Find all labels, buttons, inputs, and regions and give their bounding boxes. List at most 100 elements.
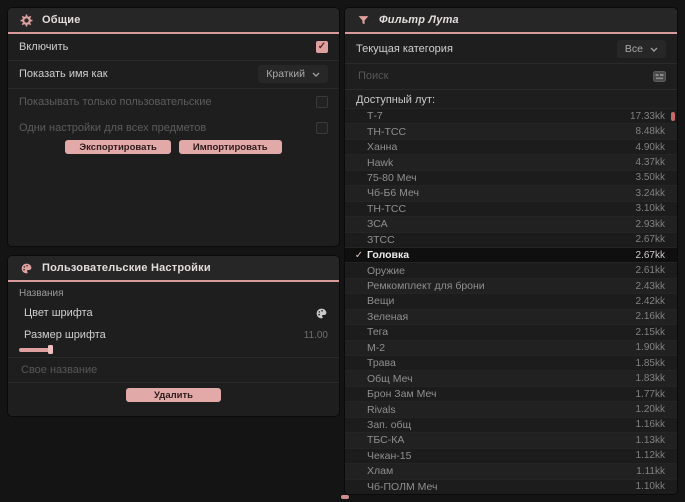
loot-item-name: Тега [367,326,389,339]
loot-item-name: Головка [367,249,410,262]
loot-item-name: ЗСА [367,218,388,231]
custom-name-input[interactable] [19,363,328,377]
loot-row[interactable]: Ремкомплект для брони 2.43kk [345,277,677,294]
same-settings-row: Одни настройки для всех предметов [8,115,339,141]
loot-item-name: ЗТСС [367,233,395,246]
loot-item-count: 1.11kk [636,465,665,477]
custom-settings-title: Пользовательские Настройки [42,262,211,274]
loot-row[interactable]: Чб-Б6 Меч 3.24kk [345,185,677,201]
loot-item-count: 3.10kk [635,203,665,215]
loot-filter-title: Фильтр Лута [379,14,459,26]
category-label: Текущая категория [356,43,453,55]
search-row [345,64,677,88]
loot-row[interactable]: Зап. общ 1.16kk [345,416,677,433]
export-button[interactable]: Экспортировать [65,140,171,154]
delete-button[interactable]: Удалить [126,388,221,402]
loot-row[interactable]: Ханна 4.90kk [345,138,677,155]
loot-item-count: 2.15kk [635,326,665,338]
funnel-icon [358,15,369,24]
loot-row[interactable]: Чекан-15 1.12kk [345,447,677,464]
font-size-label: Размер шрифта [24,329,106,341]
loot-item-count: 2.93kk [635,218,665,230]
loot-row[interactable]: Оружие 2.61kk [345,262,677,278]
general-panel: Общие Включить ✓ Показать имя как Кратки… [8,8,339,246]
loot-scrollbar-thumb[interactable] [671,112,675,121]
loot-item-count: 2.67kk [635,249,665,261]
check-icon: ✓ [354,249,364,261]
import-button[interactable]: Импортировать [178,140,282,154]
general-panel-title: Общие [42,14,81,26]
loot-item-name: Зап. общ [367,418,412,431]
divider [8,382,339,383]
loot-row[interactable]: Чб-ПОЛМ Меч 1.10kk [345,478,677,494]
font-size-value: 11.00 [303,329,328,341]
loot-item-name: М-2 [367,341,386,354]
loot-row[interactable]: Брон Зам Меч 1.77kk [345,385,677,402]
show-name-label: Показать имя как [19,68,108,80]
loot-row[interactable]: ТН-ТСС 3.10kk [345,200,677,217]
only-custom-row: Показывать только пользовательские [8,89,339,115]
slider-fill [19,348,51,352]
show-name-value: Краткий [266,68,305,80]
custom-settings-header: Пользовательские Настройки [8,256,339,282]
loot-row[interactable]: ТН-ТСС 8.48kk [345,123,677,139]
loot-item-count: 1.13kk [635,434,665,446]
show-name-dropdown[interactable]: Краткий [258,65,328,83]
loot-row[interactable]: Хлам 1.11kk [345,463,677,479]
loot-filter-panel: Фильтр Лута Текущая категория Все Доступ… [345,8,677,494]
loot-row[interactable]: Rivals 1.20kk [345,401,677,417]
enable-label: Включить [19,41,69,53]
loot-item-name: Вещи [367,295,395,308]
loot-row[interactable]: М-2 1.90kk [345,339,677,355]
only-custom-checkbox[interactable] [316,96,328,108]
search-options-icon[interactable] [653,70,666,82]
loot-item-count: 1.90kk [635,342,665,354]
custom-name-row [8,359,339,381]
loot-row[interactable]: ЗСА 2.93kk [345,216,677,232]
search-input[interactable] [356,69,645,83]
loot-row[interactable]: Трава 1.85kk [345,355,677,371]
loot-row[interactable]: Зеленая 2.16kk [345,308,677,325]
loot-item-name: Общ Меч [367,372,413,385]
font-color-label: Цвет шрифта [24,307,93,319]
chevron-down-icon [650,47,658,52]
loot-row[interactable]: Т-7 17.33kk [345,108,677,124]
color-palette-icon[interactable] [315,307,328,320]
slider-handle[interactable] [48,345,53,354]
loot-item-count: 4.90kk [635,141,665,153]
loot-item-name: Hawk [367,156,394,169]
loot-row[interactable]: Тега 2.15kk [345,324,677,340]
loot-item-name: Хлам [367,465,394,478]
loot-item-count: 2.42kk [635,295,665,307]
gear-icon [20,14,33,26]
loot-row[interactable]: Вещи 2.42kk [345,293,677,309]
category-value: Все [624,43,643,55]
font-color-row[interactable]: Цвет шрифта [8,302,339,324]
same-settings-checkbox[interactable] [316,122,328,134]
enable-row: Включить ✓ [8,34,339,60]
divider [8,357,339,358]
loot-item-count: 1.85kk [635,357,665,369]
delete-row: Удалить [8,388,339,402]
loot-item-count: 17.33kk [629,110,665,122]
page-scrollbar-thumb[interactable] [341,495,349,499]
loot-row[interactable]: ЗТСС 2.67kk [345,231,677,247]
loot-item-count: 1.10kk [635,481,665,493]
custom-settings-panel: Пользовательские Настройки Названия Цвет… [8,256,339,416]
enable-checkbox[interactable]: ✓ [316,41,328,53]
category-dropdown[interactable]: Все [616,40,666,58]
loot-row[interactable]: ✓ Головка 2.67kk [345,246,677,263]
font-size-slider[interactable] [19,345,328,354]
loot-row[interactable]: Hawk 4.37kk [345,154,677,170]
loot-item-count: 1.20kk [635,404,665,416]
loot-item-count: 4.37kk [635,157,665,169]
names-section-row: Названия [8,284,339,302]
loot-item-name: Чекан-15 [367,449,412,462]
loot-row[interactable]: 75-80 Меч 3.50kk [345,169,677,186]
category-row: Текущая категория Все [345,36,677,62]
loot-item-count: 1.77kk [635,388,665,400]
loot-item-name: Т-7 [367,110,383,123]
only-custom-label: Показывать только пользовательские [19,96,212,108]
loot-row[interactable]: Общ Меч 1.83kk [345,370,677,386]
loot-row[interactable]: ТБС-КА 1.13kk [345,432,677,448]
